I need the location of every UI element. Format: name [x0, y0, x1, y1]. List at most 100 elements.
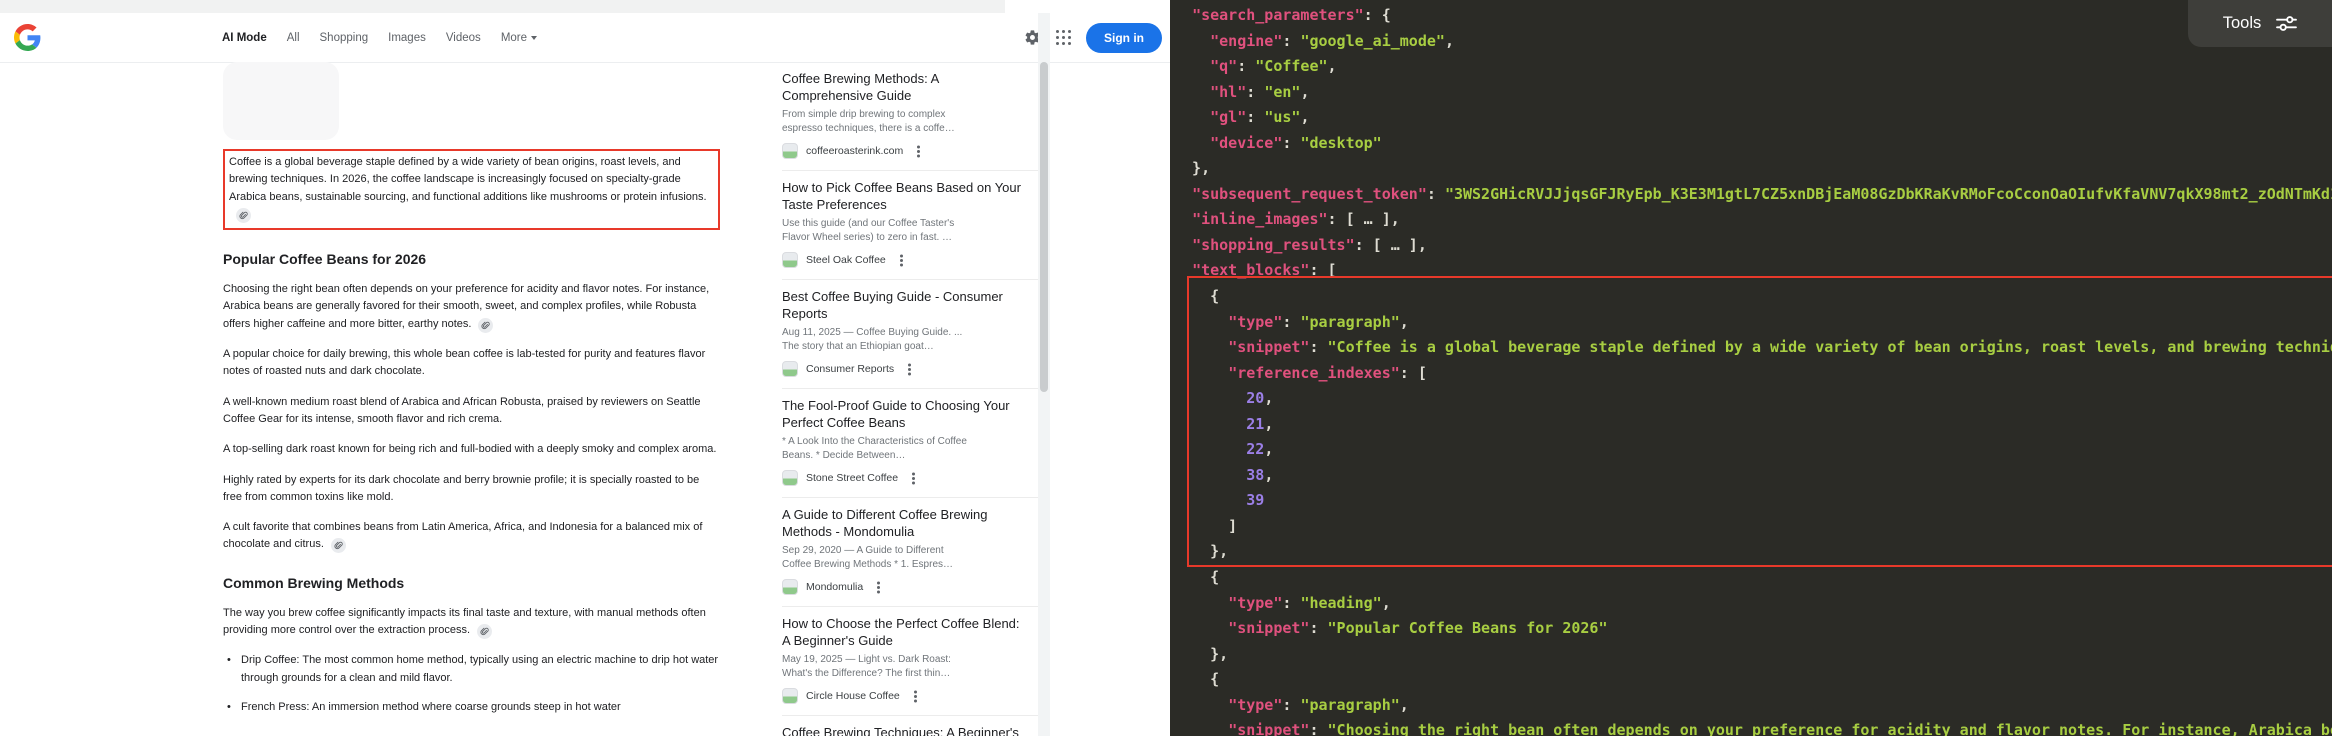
answer-paragraph: A top-selling dark roast known for being… — [223, 441, 720, 458]
tab-label: All — [286, 31, 300, 44]
image-thumbnail-placeholder[interactable] — [223, 62, 339, 140]
source-card[interactable]: The Fool-Proof Guide to Choosing Your Pe… — [782, 389, 1040, 498]
source-card-attribution: Consumer Reports — [782, 361, 1040, 377]
source-card-snippet: From simple drip brewing to complex espr… — [782, 109, 955, 134]
source-site-name: Stone Street Coffee — [806, 472, 899, 484]
google-apps-icon[interactable] — [1056, 30, 1071, 45]
sources-sidebar: Coffee Brewing Methods: A Comprehensive … — [782, 62, 1040, 736]
code-line: "gl": "us", — [1210, 108, 1310, 127]
sign-in-button[interactable]: Sign in — [1086, 22, 1162, 53]
source-card[interactable]: How to Choose the Perfect Coffee Blend: … — [782, 607, 1040, 716]
code-line: "text_blocks": [ — [1192, 261, 1337, 280]
tab-ai-mode[interactable]: AI Mode — [222, 32, 267, 44]
code-line: "inline_images": [ … ], — [1192, 210, 1400, 229]
code-editor: "search_parameters": { "engine": "google… — [1174, 3, 2332, 736]
source-card-snippet: Sep 29, 2020 — A Guide to Different Coff… — [782, 545, 954, 570]
more-options-icon[interactable] — [877, 585, 881, 589]
citation-link-icon[interactable] — [477, 624, 493, 640]
answer-paragraph: A popular choice for daily brewing, this… — [223, 346, 720, 381]
source-card-title[interactable]: Coffee Brewing Techniques: A Beginner's … — [782, 725, 1022, 736]
site-favicon — [782, 470, 798, 486]
source-card[interactable]: How to Pick Coffee Beans Based on Your T… — [782, 171, 1040, 280]
citation-link-icon[interactable] — [478, 317, 494, 333]
tab-videos[interactable]: Videos — [446, 32, 481, 44]
source-card[interactable]: Best Coffee Buying Guide - Consumer Repo… — [782, 280, 1040, 389]
code-line: "snippet": "Coffee is a global beverage … — [1228, 338, 2332, 357]
scrollbar-thumb[interactable] — [1040, 62, 1048, 392]
source-card-title[interactable]: The Fool-Proof Guide to Choosing Your Pe… — [782, 398, 1022, 431]
paragraph-text: A top-selling dark roast known for being… — [223, 443, 717, 456]
google-search-page: AI Mode All Shopping Images Videos More Sign … — [0, 0, 1170, 736]
answer-paragraph: Highly rated by experts for its dark cho… — [223, 472, 720, 507]
citation-link-icon[interactable] — [236, 207, 251, 223]
code-line: "snippet": "Popular Coffee Beans for 202… — [1228, 619, 1608, 638]
scrolled-searchbox-edge — [0, 0, 1005, 13]
source-card-title[interactable]: How to Choose the Perfect Coffee Blend: … — [782, 616, 1022, 649]
more-options-icon[interactable] — [908, 367, 912, 371]
site-favicon — [782, 579, 798, 595]
google-logo[interactable] — [14, 24, 41, 51]
more-options-icon[interactable] — [912, 476, 916, 480]
source-card-title[interactable]: Best Coffee Buying Guide - Consumer Repo… — [782, 289, 1022, 322]
tools-label: Tools — [2222, 14, 2262, 32]
code-line: }, — [1174, 644, 1229, 663]
paragraph-text: The way you brew coffee significantly im… — [223, 606, 706, 637]
site-favicon — [782, 252, 798, 268]
tab-more[interactable]: More — [500, 31, 538, 44]
code-line: { — [1174, 568, 1220, 587]
source-card[interactable]: A Guide to Different Coffee Brewing Meth… — [782, 498, 1040, 607]
source-card-attribution: Stone Street Coffee — [782, 470, 1040, 486]
code-line: 39 — [1246, 491, 1265, 510]
code-line: "search_parameters": { — [1192, 6, 1391, 24]
citation-link-icon[interactable] — [330, 538, 346, 554]
code-line: "snippet": "Choosing the right bean ofte… — [1228, 721, 2332, 736]
bullet-marker: • — [227, 700, 231, 713]
source-site-name: coffeeroasterink.com — [806, 145, 904, 157]
section-heading: Common Brewing Methods — [223, 574, 405, 591]
code-line: 38, — [1246, 465, 1274, 484]
section-heading: Popular Coffee Beans for 2026 — [223, 251, 427, 268]
source-card-snippet: * A Look Into the Characteristics of Cof… — [782, 436, 967, 461]
tab-all[interactable]: All — [287, 32, 300, 44]
source-card-title[interactable]: How to Pick Coffee Beans Based on Your T… — [782, 180, 1022, 213]
tab-shopping[interactable]: Shopping — [320, 32, 369, 44]
source-site-name: Steel Oak Coffee — [806, 254, 886, 266]
answer-paragraph: A cult favorite that combines beans from… — [223, 519, 720, 554]
code-line: "type": "heading", — [1228, 593, 1391, 612]
source-card-title[interactable]: Coffee Brewing Methods: A Comprehensive … — [782, 71, 1022, 104]
answer-sections: Popular Coffee Beans for 2026 Choosing th… — [223, 251, 720, 716]
source-card[interactable]: Coffee Brewing Methods: A Comprehensive … — [782, 62, 1040, 171]
search-header — [0, 13, 1170, 63]
sliders-icon — [2276, 16, 2298, 31]
site-favicon — [782, 361, 798, 377]
page-scrollbar[interactable] — [1038, 13, 1050, 736]
source-card-snippet: Use this guide (and our Coffee Taster's … — [782, 218, 955, 243]
paragraph-text: Highly rated by experts for its dark cho… — [223, 473, 700, 503]
ai-answer-column: Coffee is a global beverage staple defin… — [223, 62, 720, 728]
tab-label: AI Mode — [222, 31, 267, 44]
more-options-icon[interactable] — [913, 694, 917, 698]
code-line: 20, — [1246, 389, 1274, 408]
site-favicon — [782, 143, 798, 159]
tab-images[interactable]: Images — [388, 32, 426, 44]
source-card-attribution: Mondomulia — [782, 579, 1040, 595]
more-options-icon[interactable] — [899, 258, 903, 262]
source-card-attribution: Circle House Coffee — [782, 688, 1040, 704]
code-line: 22, — [1246, 440, 1274, 459]
tab-label: More — [500, 31, 528, 44]
json-output-panel[interactable]: "search_parameters": { "engine": "google… — [1170, 0, 2332, 736]
code-line: ] — [1174, 516, 1238, 535]
source-site-name: Consumer Reports — [806, 363, 895, 375]
more-options-icon[interactable] — [917, 149, 921, 153]
bullet-item: • French Press: An immersion method where… — [223, 699, 720, 716]
intro-paragraph-text: Coffee is a global beverage staple defin… — [229, 156, 707, 203]
paragraph-text: A cult favorite that combines beans from… — [223, 521, 703, 551]
source-site-name: Mondomulia — [806, 581, 864, 593]
source-card-title[interactable]: A Guide to Different Coffee Brewing Meth… — [782, 507, 1022, 540]
code-line: }, — [1174, 542, 1229, 561]
code-line: "reference_indexes": [ — [1228, 363, 1427, 382]
tools-button[interactable]: Tools — [2188, 0, 2332, 47]
tab-label: Videos — [445, 31, 481, 44]
source-card[interactable]: Coffee Brewing Techniques: A Beginner's … — [782, 716, 1040, 736]
code-line: "engine": "google_ai_mode", — [1210, 31, 1454, 50]
